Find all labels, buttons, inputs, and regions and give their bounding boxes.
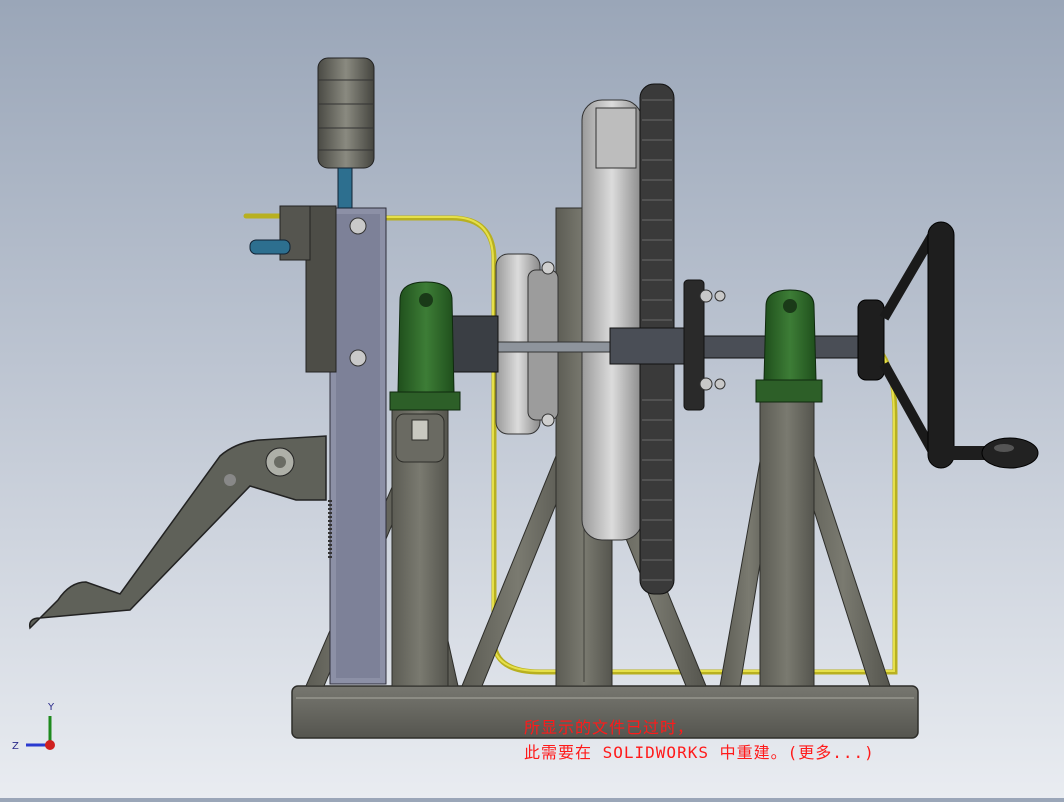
right-pillow-block[interactable] — [755, 289, 823, 403]
pedal-mount-plate[interactable] — [329, 207, 387, 685]
left-pillow-block[interactable] — [389, 281, 461, 411]
right-a-frame[interactable] — [719, 399, 891, 687]
rebuild-notice-line-2[interactable]: 此需要在 SOLIDWORKS 中重建。(更多...) — [524, 739, 875, 763]
handwheel[interactable] — [857, 221, 1039, 469]
clutch-test-rig-model[interactable] — [0, 0, 1064, 798]
clutch-pedal[interactable] — [28, 435, 332, 630]
z-axis-label: Z — [12, 741, 19, 752]
graphics-viewport[interactable] — [0, 0, 1064, 798]
y-axis-label: Y — [47, 702, 55, 713]
rebuild-notice-line-1: 所显示的文件已过时， — [524, 718, 695, 737]
coordinate-triad-icon: Y Z — [12, 702, 55, 752]
x-axis-icon — [45, 740, 55, 750]
